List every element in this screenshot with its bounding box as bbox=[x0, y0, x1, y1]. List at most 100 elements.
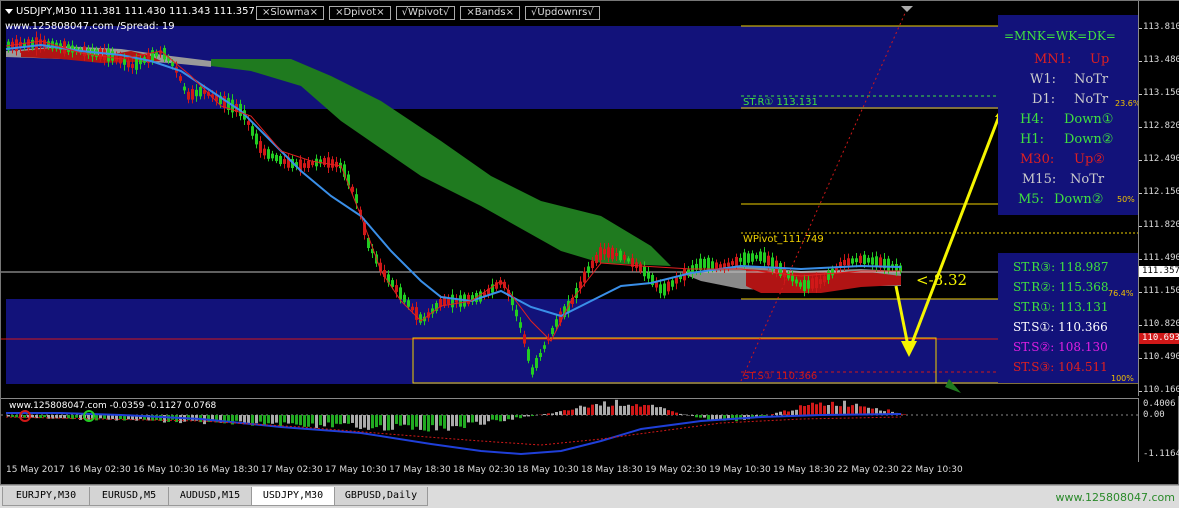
histogram-bar bbox=[679, 414, 682, 415]
histogram-bar bbox=[667, 410, 670, 415]
candle-body bbox=[791, 276, 794, 282]
trend-row-w1-val: NoTr bbox=[1074, 72, 1108, 87]
histogram-bar bbox=[519, 415, 522, 418]
price-axis[interactable]: 113.810 113.480 113.150 112.820 112.490 … bbox=[1138, 1, 1179, 396]
price-tick bbox=[1139, 292, 1142, 293]
histogram-bar bbox=[671, 411, 674, 415]
candle-body bbox=[703, 259, 706, 268]
candle-body bbox=[863, 255, 866, 264]
histogram-bar bbox=[643, 405, 646, 415]
time-label: 18 May 02:30 bbox=[453, 465, 515, 475]
candle-body bbox=[711, 261, 714, 268]
histogram-bar bbox=[355, 415, 358, 428]
chart-window[interactable]: USDJPY,M30 111.381 111.430 111.343 111.3… bbox=[0, 0, 1179, 485]
histogram-bar bbox=[395, 415, 398, 424]
histogram-bar bbox=[903, 414, 906, 415]
red-level-marker: 110.693 bbox=[1139, 333, 1179, 344]
candle-body bbox=[751, 253, 754, 261]
time-axis[interactable]: 15 May 2017 16 May 02:30 16 May 10:30 16… bbox=[1, 462, 1138, 484]
histogram-bar bbox=[99, 415, 102, 418]
histogram-bar bbox=[555, 412, 558, 415]
trend-row-m15-tf: M15: bbox=[1022, 172, 1056, 187]
histogram-bar bbox=[327, 415, 330, 422]
wpivot-label: WPivot_111.749 bbox=[743, 234, 824, 245]
candle-body bbox=[251, 126, 254, 136]
histogram-bar bbox=[431, 415, 434, 425]
tab-eurusd-m5[interactable]: EURUSD,M5 bbox=[89, 487, 169, 506]
oscillator-header: www.125808047.com -0.0359 -0.1127 0.0768 bbox=[9, 401, 216, 411]
tab-audusd-m15[interactable]: AUDUSD,M15 bbox=[168, 487, 252, 506]
candle-body bbox=[531, 367, 534, 374]
trend-row-mn1-tf: MN1: bbox=[1034, 52, 1071, 67]
time-label: 19 May 02:30 bbox=[645, 465, 707, 475]
histogram-bar bbox=[411, 415, 414, 430]
trend-row-h1-val: Down② bbox=[1064, 132, 1113, 147]
histogram-bar bbox=[259, 415, 262, 422]
histogram-bar bbox=[815, 404, 818, 415]
candle-body bbox=[403, 295, 406, 302]
candle-body bbox=[303, 163, 306, 168]
candle-body bbox=[123, 59, 126, 65]
histogram-bar bbox=[335, 415, 338, 424]
candle-body bbox=[131, 64, 134, 68]
candle-body bbox=[855, 258, 858, 262]
histogram-bar bbox=[511, 415, 514, 420]
candle-body bbox=[743, 252, 746, 265]
price-tick bbox=[1139, 94, 1142, 95]
price-chart[interactable]: USDJPY,M30 111.381 111.430 111.343 111.3… bbox=[1, 1, 1138, 396]
wpivot-button[interactable]: √Wpivot√ bbox=[396, 6, 456, 20]
spread-header: www.125808047.com /Spread: 19 bbox=[5, 21, 175, 32]
histogram-bar bbox=[527, 415, 530, 416]
bands-button[interactable]: ×Bands× bbox=[460, 6, 520, 20]
price-tick bbox=[1139, 226, 1142, 227]
updownrs-button[interactable]: √Updownrs√ bbox=[525, 6, 600, 20]
candle-body bbox=[419, 314, 422, 322]
candle-body bbox=[599, 247, 602, 260]
time-label: 17 May 10:30 bbox=[325, 465, 387, 475]
oscillator-axis[interactable]: 0.4006 0.00 -1.1164 bbox=[1138, 398, 1179, 462]
tab-usdjpy-m30[interactable]: USDJPY,M30 bbox=[251, 487, 335, 506]
histogram-bar bbox=[75, 415, 78, 418]
candle-body bbox=[739, 258, 742, 262]
histogram-bar bbox=[451, 415, 454, 426]
shift-marker-icon[interactable] bbox=[901, 6, 913, 12]
oscillator-panel[interactable]: www.125808047.com -0.0359 -0.1127 0.0768 bbox=[1, 398, 1138, 463]
tab-gbpusd-daily[interactable]: GBPUSD,Daily bbox=[334, 487, 428, 506]
dpivot-button[interactable]: ×Dpivot× bbox=[329, 6, 391, 20]
histogram-bar bbox=[799, 405, 802, 415]
time-label: 18 May 10:30 bbox=[517, 465, 579, 475]
candle-body bbox=[191, 89, 194, 100]
tab-eurjpy-m30[interactable]: EURJPY,M30 bbox=[2, 487, 90, 506]
histogram-bar bbox=[647, 405, 650, 415]
candle-body bbox=[535, 358, 538, 368]
str1-line-label: ST.R① 113.131 bbox=[743, 97, 818, 108]
histogram-bar bbox=[843, 401, 846, 415]
menu-arrow-icon[interactable] bbox=[5, 9, 13, 14]
support-zone bbox=[6, 299, 1138, 384]
candle-body bbox=[639, 264, 642, 272]
price-label: 112.150 bbox=[1143, 187, 1179, 197]
candle-body bbox=[827, 271, 830, 280]
level-str1: ST.R①: 113.131 bbox=[1013, 300, 1109, 314]
histogram-bar bbox=[607, 407, 610, 415]
histogram-bar bbox=[495, 415, 498, 420]
trend-row-d1-val: NoTr bbox=[1074, 92, 1108, 107]
slowma-button[interactable]: ×Slowma× bbox=[256, 6, 324, 20]
histogram-bar bbox=[631, 406, 634, 415]
candle-body bbox=[259, 141, 262, 153]
histogram-bar bbox=[447, 415, 450, 431]
histogram-bar bbox=[443, 415, 446, 429]
candle-body bbox=[199, 87, 202, 96]
histogram-bar bbox=[623, 406, 626, 415]
histogram-bar bbox=[399, 415, 402, 426]
histogram-bar bbox=[635, 404, 638, 415]
histogram-bar bbox=[307, 415, 310, 427]
candle-body bbox=[623, 255, 626, 260]
histogram-bar bbox=[855, 404, 858, 415]
candle-body bbox=[667, 282, 670, 292]
trend-row-h4-tf: H4: bbox=[1020, 112, 1044, 127]
candle-body bbox=[543, 345, 546, 349]
histogram-bar bbox=[275, 415, 278, 423]
trend-panel: =MNK=WK=DK= MN1: Up W1: NoTr D1: NoTr H4… bbox=[998, 15, 1138, 215]
histogram-bar bbox=[339, 415, 342, 424]
